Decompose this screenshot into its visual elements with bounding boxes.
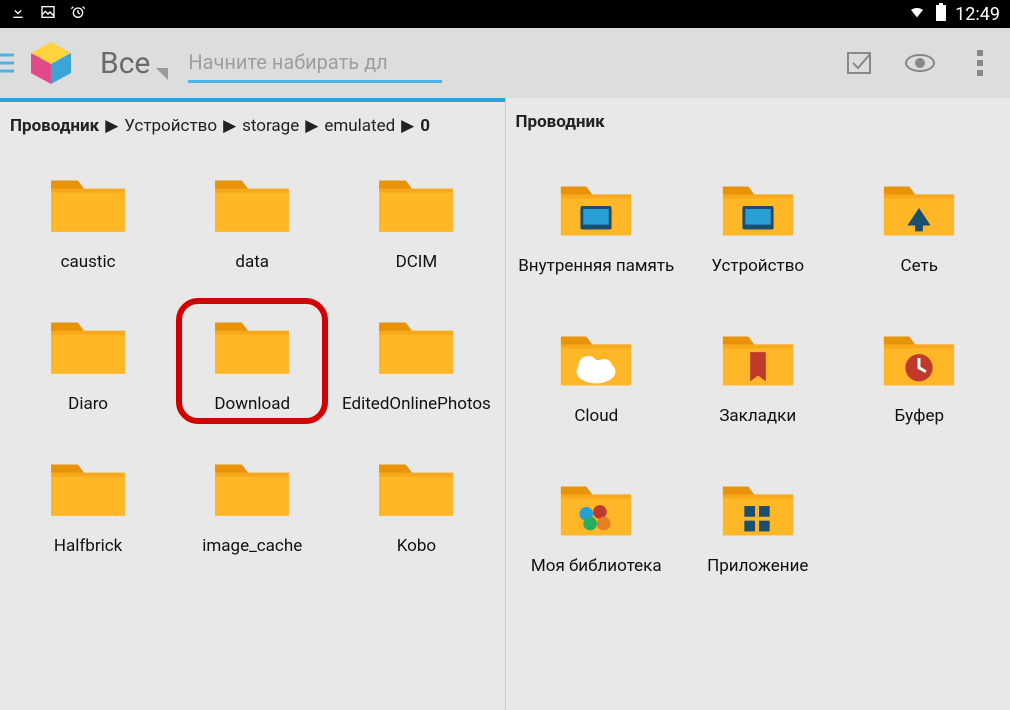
app-logo-icon (16, 28, 86, 98)
location-label: Внутренняя память (518, 256, 674, 276)
right-pane: Проводник Внутренняя память Устройство С… (505, 98, 1010, 710)
folder-item[interactable]: caustic (6, 170, 170, 272)
clock-time: 12:49 (955, 4, 1000, 25)
alarm-icon (70, 4, 86, 24)
cloud-icon (557, 326, 635, 390)
location-item[interactable]: Устройство (677, 176, 839, 276)
location-item[interactable]: Буфер (839, 326, 1001, 426)
device-icon (719, 176, 797, 240)
folder-label: Diaro (68, 394, 108, 414)
folder-icon (47, 454, 129, 520)
folder-icon (375, 312, 457, 378)
folder-item[interactable]: image_cache (170, 454, 334, 556)
folder-icon (211, 312, 293, 378)
folder-label: Kobo (397, 536, 436, 556)
location-item[interactable]: Внутренняя память (516, 176, 678, 276)
clock-icon (880, 326, 958, 390)
battery-icon (935, 3, 947, 25)
apps-icon (719, 476, 797, 540)
eye-icon[interactable] (890, 33, 950, 93)
dropdown-arrow-icon[interactable] (156, 68, 168, 80)
folder-label: image_cache (202, 536, 302, 556)
folder-label: Download (214, 394, 290, 414)
bc-segment: Проводник (10, 116, 99, 136)
toolbar: Все (0, 28, 1010, 98)
folder-item[interactable]: DCIM (334, 170, 498, 272)
location-label: Устройство (711, 256, 804, 276)
location-label: Моя библиотека (531, 556, 662, 576)
folder-item[interactable]: Kobo (334, 454, 498, 556)
left-pane: Проводник▶ Устройство▶ storage▶ emulated… (0, 98, 505, 710)
bc-segment: storage (242, 116, 299, 136)
search-input[interactable] (188, 43, 442, 83)
location-item[interactable]: Cloud (516, 326, 678, 426)
folder-icon (47, 312, 129, 378)
location-label: Приложение (707, 556, 808, 576)
select-icon[interactable] (830, 33, 890, 93)
folder-item[interactable]: EditedOnlinePhotos (334, 312, 498, 414)
folder-label: EditedOnlinePhotos (342, 394, 491, 414)
network-icon (880, 176, 958, 240)
download-icon (10, 4, 26, 24)
internal-icon (557, 176, 635, 240)
filter-dropdown-label[interactable]: Все (100, 46, 150, 81)
folder-label: data (235, 252, 269, 272)
picture-icon (40, 4, 56, 24)
right-pane-title: Проводник (506, 98, 1010, 146)
breadcrumb[interactable]: Проводник▶ Устройство▶ storage▶ emulated… (0, 102, 505, 150)
bc-segment: emulated (324, 116, 395, 136)
menu-button[interactable] (0, 28, 16, 98)
bc-segment: Устройство (124, 116, 217, 136)
folder-item[interactable]: Halfbrick (6, 454, 170, 556)
location-label: Буфер (894, 406, 944, 426)
location-item[interactable]: Закладки (677, 326, 839, 426)
bookmark-icon (719, 326, 797, 390)
folder-icon (375, 170, 457, 236)
folder-icon (375, 454, 457, 520)
folder-label: caustic (61, 252, 116, 272)
location-item[interactable]: Моя библиотека (516, 476, 678, 576)
folder-label: Halfbrick (54, 536, 122, 556)
folder-icon (47, 170, 129, 236)
folder-label: DCIM (396, 252, 438, 272)
wifi-icon (907, 4, 927, 24)
location-item[interactable]: Сеть (839, 176, 1001, 276)
folder-item[interactable]: Download (170, 312, 334, 414)
folder-icon (211, 170, 293, 236)
folder-icon (211, 454, 293, 520)
folder-item[interactable]: Diaro (6, 312, 170, 414)
folder-item[interactable]: data (170, 170, 334, 272)
location-label: Закладки (719, 406, 796, 426)
location-label: Сеть (901, 256, 938, 276)
bc-segment: 0 (420, 116, 430, 136)
overflow-menu-icon[interactable] (950, 33, 1010, 93)
location-label: Cloud (574, 406, 618, 426)
library-icon (557, 476, 635, 540)
location-item[interactable]: Приложение (677, 476, 839, 576)
status-bar: 12:49 (0, 0, 1010, 28)
